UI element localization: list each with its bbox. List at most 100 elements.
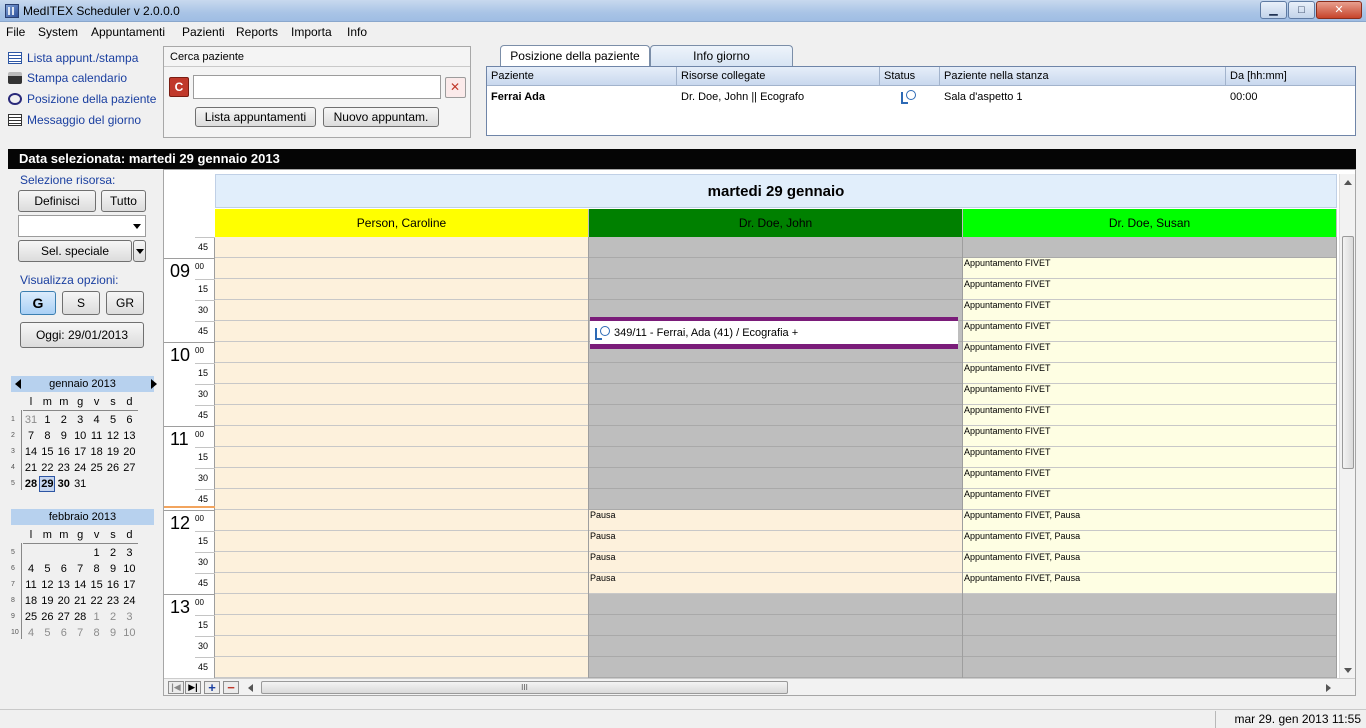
calendar-day[interactable]: 27 — [56, 609, 72, 625]
calendar-day[interactable]: 31 — [23, 412, 39, 428]
time-slot[interactable]: Appuntamento FIVET — [963, 258, 1336, 279]
calendar-day[interactable]: 15 — [89, 577, 105, 593]
calendar-day[interactable]: 25 — [89, 460, 105, 476]
time-slot[interactable] — [215, 405, 588, 426]
calendar-day[interactable]: 4 — [23, 625, 39, 641]
scroll-left-icon[interactable] — [248, 684, 253, 692]
calendar-day[interactable]: 14 — [72, 577, 88, 593]
calendar-day[interactable]: 2 — [105, 609, 121, 625]
time-slot[interactable]: Appuntamento FIVET — [963, 468, 1336, 489]
calendar-day[interactable]: 12 — [105, 428, 121, 444]
time-slot[interactable] — [215, 594, 588, 615]
calendar-day[interactable]: 11 — [23, 577, 39, 593]
column-header[interactable]: Paziente — [487, 67, 677, 86]
calendar-day-selected[interactable]: 29 — [39, 476, 56, 492]
calendar-day[interactable]: 31 — [72, 476, 88, 492]
calendar-day[interactable]: 6 — [121, 412, 137, 428]
scroll-up-icon[interactable] — [1344, 180, 1352, 185]
time-slot[interactable] — [215, 573, 588, 594]
resource-column-doe-susan[interactable]: Appuntamento FIVET Appuntamento FIVET Appu… — [963, 237, 1337, 678]
time-slot[interactable] — [215, 384, 588, 405]
minimize-button[interactable]: ▁ — [1260, 1, 1287, 19]
resource-header-doe-john[interactable]: Dr. Doe, John — [589, 209, 963, 237]
resource-header-doe-susan[interactable]: Dr. Doe, Susan — [963, 209, 1337, 237]
time-slot[interactable]: Pausa — [589, 573, 962, 594]
time-slot[interactable]: Appuntamento FIVET — [963, 426, 1336, 447]
time-slot[interactable] — [215, 258, 588, 279]
time-slot[interactable] — [589, 468, 962, 489]
view-day-button[interactable]: G — [20, 291, 56, 315]
time-slot[interactable] — [589, 489, 962, 510]
calendar-day[interactable]: 28 — [72, 609, 88, 625]
time-slot[interactable] — [963, 636, 1336, 657]
time-slot[interactable]: Appuntamento FIVET, Pausa — [963, 573, 1336, 594]
calendar-day[interactable]: 10 — [121, 625, 137, 641]
calendar-day[interactable]: 1 — [89, 545, 105, 561]
time-slot[interactable]: Appuntamento FIVET — [963, 405, 1336, 426]
calendar-day[interactable]: 7 — [72, 561, 88, 577]
calendar-day[interactable]: 22 — [89, 593, 105, 609]
time-slot[interactable] — [215, 321, 588, 342]
clear-search-button[interactable] — [445, 77, 466, 98]
calendar-day[interactable]: 23 — [105, 593, 121, 609]
calendar-day[interactable]: 30 — [56, 476, 72, 492]
calendar-day[interactable]: 17 — [72, 444, 88, 460]
scroll-thumb[interactable] — [1342, 236, 1354, 469]
calendar-day[interactable]: 5 — [105, 412, 121, 428]
time-slot[interactable] — [963, 237, 1336, 258]
quick-link-stampa-calendario[interactable]: Stampa calendario — [8, 69, 127, 87]
calendar-day[interactable]: 21 — [72, 593, 88, 609]
menu-reports[interactable]: Reports — [236, 25, 278, 39]
time-slot[interactable] — [589, 279, 962, 300]
vertical-scrollbar[interactable] — [1339, 174, 1355, 678]
time-slot[interactable]: Appuntamento FIVET, Pausa — [963, 510, 1336, 531]
calendar-day[interactable]: 25 — [23, 609, 39, 625]
calendar-day[interactable]: 26 — [39, 609, 55, 625]
first-day-icon[interactable]: |◀ — [168, 681, 184, 694]
time-slot[interactable]: Appuntamento FIVET — [963, 279, 1336, 300]
time-slot[interactable] — [215, 657, 588, 678]
menu-system[interactable]: System — [38, 25, 78, 39]
calendar-day[interactable]: 8 — [39, 428, 55, 444]
time-slot[interactable]: Appuntamento FIVET — [963, 489, 1336, 510]
menu-pazienti[interactable]: Pazienti — [182, 25, 225, 39]
calendar-day[interactable]: 2 — [56, 412, 72, 428]
lista-appuntamenti-button[interactable]: Lista appuntamenti — [195, 107, 316, 127]
resource-column-person-caroline[interactable] — [215, 237, 589, 678]
calendar-day[interactable]: 18 — [89, 444, 105, 460]
calendar-day[interactable]: 3 — [72, 412, 88, 428]
calendar-day[interactable]: 9 — [105, 625, 121, 641]
horizontal-scrollbar[interactable]: |◀ ▶| + − III — [164, 678, 1355, 695]
calendar-day[interactable]: 26 — [105, 460, 121, 476]
time-slot[interactable] — [215, 237, 588, 258]
calendar-day[interactable]: 18 — [23, 593, 39, 609]
time-slot[interactable] — [589, 594, 962, 615]
last-day-icon[interactable]: ▶| — [185, 681, 201, 694]
appointment-block[interactable]: 349/11 - Ferrai, Ada (41) / Ecografia + — [590, 317, 958, 349]
scroll-down-icon[interactable] — [1344, 668, 1352, 673]
calendar-day[interactable]: 15 — [39, 444, 55, 460]
add-resource-icon[interactable]: + — [204, 681, 220, 694]
calendar-day[interactable]: 28 — [23, 476, 39, 492]
calendar-day[interactable]: 9 — [105, 561, 121, 577]
time-slot[interactable]: Appuntamento FIVET — [963, 384, 1336, 405]
resource-column-doe-john[interactable]: Pausa Pausa Pausa Pausa — [589, 237, 963, 678]
calendar-day[interactable]: 20 — [121, 444, 137, 460]
time-slot[interactable]: Pausa — [589, 552, 962, 573]
close-button[interactable]: ✕ — [1316, 1, 1362, 19]
quick-link-posizione-paziente[interactable]: Posizione della paziente — [8, 90, 156, 108]
search-mode-button[interactable]: C — [169, 77, 189, 97]
time-slot[interactable] — [589, 237, 962, 258]
time-slot[interactable] — [589, 657, 962, 678]
calendar-day[interactable]: 21 — [23, 460, 39, 476]
nuovo-appuntamento-button[interactable]: Nuovo appuntam. — [323, 107, 439, 127]
time-slot[interactable] — [215, 615, 588, 636]
selezione-speciale-dropdown[interactable] — [133, 240, 146, 262]
calendar-day[interactable]: 8 — [89, 561, 105, 577]
time-slot[interactable]: Appuntamento FIVET, Pausa — [963, 552, 1336, 573]
time-slot[interactable]: Appuntamento FIVET — [963, 300, 1336, 321]
column-header[interactable]: Da [hh:mm] — [1226, 67, 1355, 86]
selezione-speciale-button[interactable]: Sel. speciale — [18, 240, 132, 262]
time-slot[interactable]: Appuntamento FIVET, Pausa — [963, 531, 1336, 552]
scroll-thumb[interactable]: III — [261, 681, 788, 694]
